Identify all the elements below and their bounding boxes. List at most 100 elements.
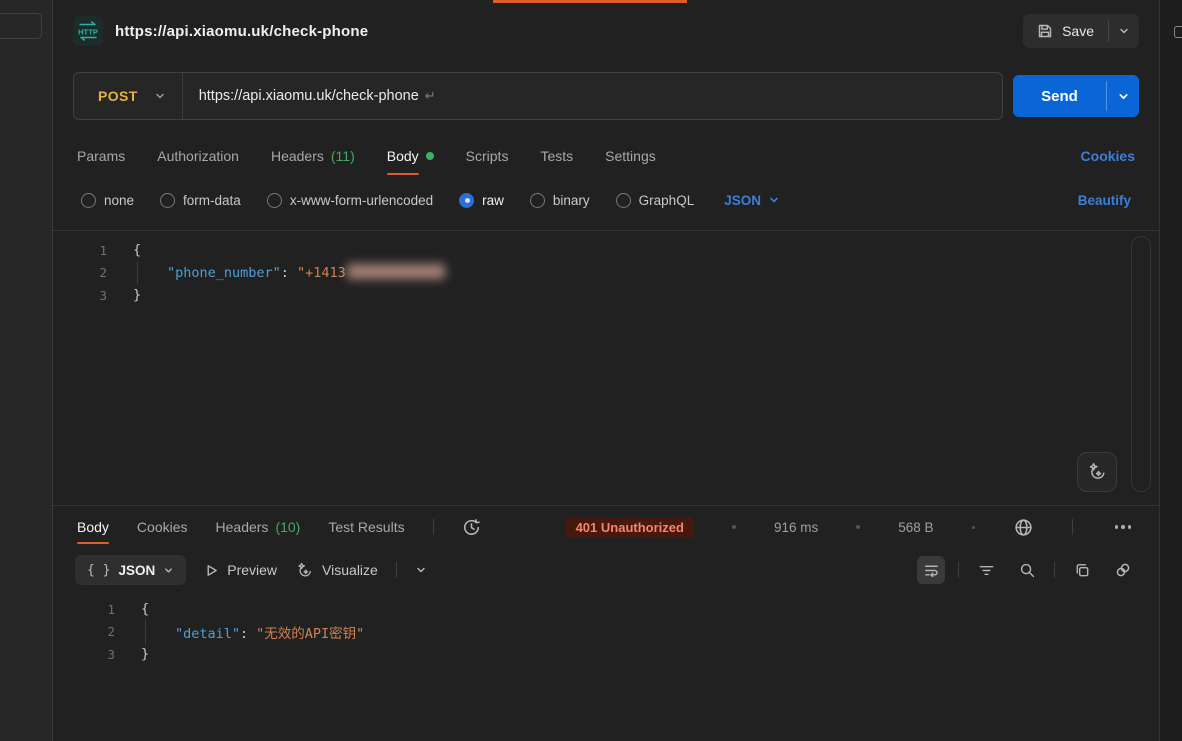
line-number: 3 [53, 288, 107, 303]
code-line: 2 "phone_number":"+1413 [53, 262, 1159, 285]
svg-text:HTTP: HTTP [78, 28, 98, 37]
response-tab-headers[interactable]: Headers (10) [216, 506, 301, 548]
line-number: 2 [53, 624, 115, 639]
request-tab-bar: Params Authorization Headers (11) Body S… [53, 136, 1159, 176]
radio-form-data[interactable]: form-data [160, 193, 241, 208]
radio-icon [81, 193, 96, 208]
right-rail-icon[interactable] [1174, 26, 1182, 38]
save-options-button[interactable] [1109, 14, 1139, 48]
tab-settings[interactable]: Settings [605, 136, 656, 176]
radio-raw[interactable]: raw [459, 193, 504, 208]
visualize-button[interactable]: Visualize [295, 561, 378, 580]
history-clock-icon [462, 518, 481, 537]
code-line: 1 { [53, 598, 1159, 621]
postbot-button[interactable] [1077, 452, 1117, 492]
wrap-text-icon [923, 562, 940, 579]
method-selector[interactable]: POST [74, 88, 154, 104]
radio-icon [616, 193, 631, 208]
app-window: HTTP https://api.xiaomu.uk/check-phone S… [0, 0, 1182, 741]
search-icon [1019, 562, 1036, 579]
chevron-down-icon[interactable] [154, 90, 166, 102]
line-number: 1 [53, 243, 107, 258]
body-modified-dot [426, 152, 434, 160]
radio-binary[interactable]: binary [530, 193, 590, 208]
tab-tests[interactable]: Tests [540, 136, 573, 176]
radio-selected-icon [459, 193, 474, 208]
radio-icon [160, 193, 175, 208]
response-tab-body[interactable]: Body [77, 506, 109, 548]
response-size[interactable]: 568 B [898, 520, 933, 535]
redacted-phone-value [347, 264, 445, 279]
tab-body[interactable]: Body [387, 136, 434, 176]
filter-icon [978, 562, 995, 579]
postbot-sparkle-icon [1086, 461, 1108, 483]
preview-button[interactable]: Preview [204, 562, 277, 578]
chevron-down-icon [163, 565, 174, 576]
url-enter-hint: ↵ [425, 88, 436, 104]
json-key: "detail" [175, 626, 240, 642]
line-number: 2 [53, 265, 107, 280]
beautify-link[interactable]: Beautify [1078, 193, 1131, 208]
wrap-text-button[interactable] [917, 556, 945, 584]
play-icon [204, 563, 219, 578]
status-badge[interactable]: 401 Unauthorized [566, 517, 694, 538]
save-button[interactable]: Save [1023, 14, 1108, 48]
response-view-actions [917, 556, 1137, 584]
radio-none[interactable]: none [81, 193, 134, 208]
line-number: 3 [53, 647, 115, 662]
link-icon [1114, 561, 1132, 579]
editor-scrollbar[interactable] [1131, 236, 1151, 492]
language-selector[interactable]: JSON [724, 193, 780, 208]
json-value: "无效的API密钥" [256, 626, 364, 642]
send-button[interactable]: Send [1013, 75, 1106, 117]
active-tab-indicator [493, 0, 687, 3]
http-request-icon: HTTP [73, 16, 103, 46]
chevron-down-icon [1118, 25, 1130, 37]
code-line: 3 } [53, 643, 1159, 666]
left-sidebar [0, 0, 53, 741]
response-history-button[interactable] [462, 518, 481, 537]
copy-button[interactable] [1068, 556, 1096, 584]
json-key: "phone_number" [167, 265, 281, 281]
response-more-options-icon[interactable] [1111, 521, 1136, 533]
filter-button[interactable] [972, 556, 1000, 584]
tab-scripts[interactable]: Scripts [466, 136, 509, 176]
request-body-editor[interactable]: 1 { 2 "phone_number":"+1413 3 } [53, 230, 1159, 505]
response-body-editor[interactable]: 1 { 2 "detail":"无效的API密钥" 3 } [53, 592, 1159, 741]
request-bar: POST https://api.xiaomu.uk/check-phone ↵… [53, 70, 1159, 122]
code-line: 3 } [53, 284, 1159, 307]
body-type-bar: none form-data x-www-form-urlencoded raw… [53, 182, 1159, 218]
response-headers-count: (10) [275, 519, 300, 535]
postbot-sparkle-icon [295, 561, 314, 580]
globe-network-icon[interactable] [1013, 517, 1034, 538]
code-line: 1 { [53, 239, 1159, 262]
request-title-bar: HTTP https://api.xiaomu.uk/check-phone S… [53, 0, 1159, 62]
tab-params[interactable]: Params [77, 136, 125, 176]
radio-graphql[interactable]: GraphQL [616, 193, 695, 208]
code-line: 2 "detail":"无效的API密钥" [53, 621, 1159, 644]
search-button[interactable] [1013, 556, 1041, 584]
chevron-down-icon [768, 194, 780, 206]
link-button[interactable] [1109, 556, 1137, 584]
response-tab-test-results[interactable]: Test Results [328, 506, 404, 548]
tab-headers[interactable]: Headers (11) [271, 136, 355, 176]
right-sidebar [1159, 0, 1182, 741]
page-title: https://api.xiaomu.uk/check-phone [115, 23, 368, 40]
response-format-selector[interactable]: { } JSON [75, 555, 186, 585]
json-value: "+1413 [297, 265, 346, 281]
url-input[interactable]: https://api.xiaomu.uk/check-phone [199, 88, 419, 104]
cookies-link[interactable]: Cookies [1081, 148, 1135, 164]
save-icon [1037, 23, 1053, 39]
send-split-button: Send [1013, 75, 1139, 117]
response-tab-bar: Body Cookies Headers (10) Test Results 4… [53, 505, 1159, 548]
radio-icon [267, 193, 282, 208]
send-options-button[interactable] [1107, 75, 1139, 117]
response-time[interactable]: 916 ms [774, 520, 818, 535]
response-tab-cookies[interactable]: Cookies [137, 506, 188, 548]
response-toolbar: { } JSON Preview Visualize [53, 548, 1159, 592]
sidebar-collapsed-item[interactable] [0, 13, 42, 39]
chevron-down-icon[interactable] [415, 564, 427, 576]
tab-authorization[interactable]: Authorization [157, 136, 239, 176]
radio-urlencoded[interactable]: x-www-form-urlencoded [267, 193, 433, 208]
copy-icon [1074, 562, 1091, 579]
